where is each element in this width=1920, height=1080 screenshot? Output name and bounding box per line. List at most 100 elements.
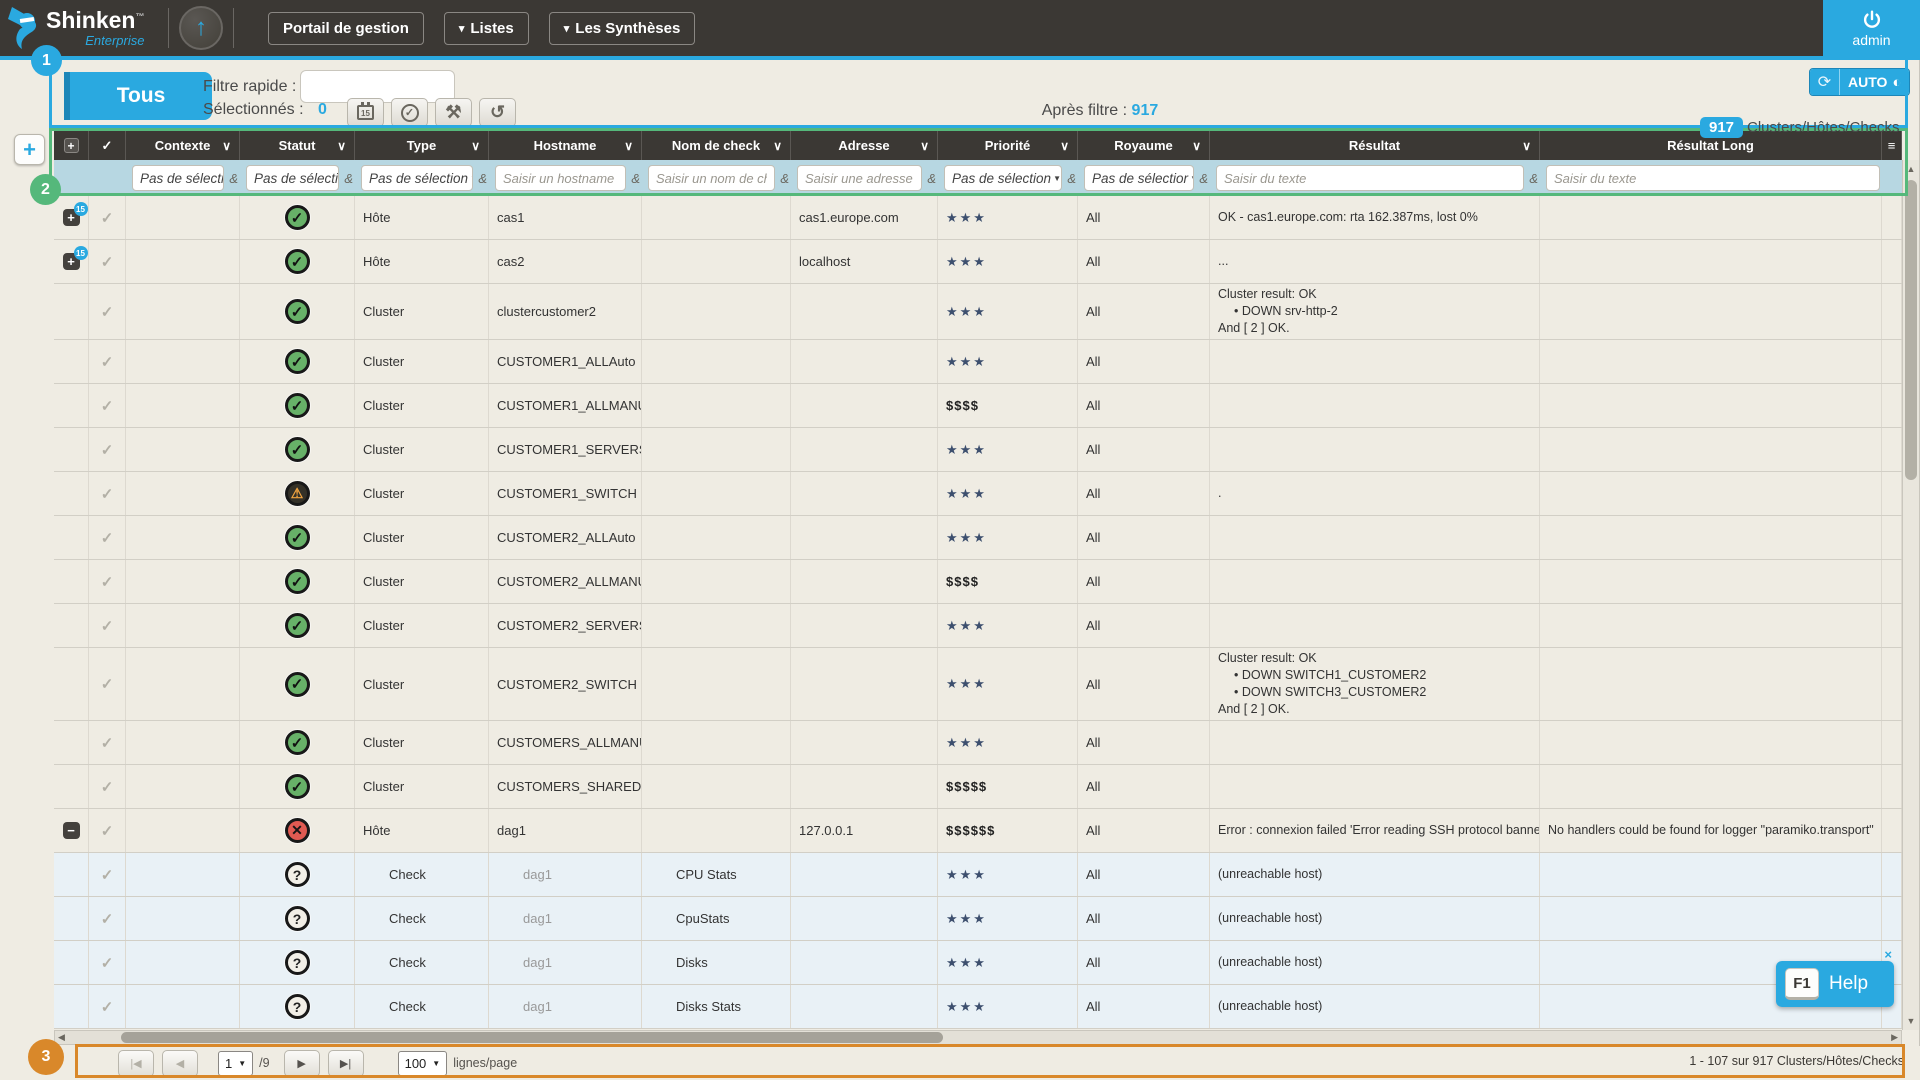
column-filter-input[interactable]: [797, 165, 922, 191]
column-header-nom-de-check[interactable]: Nom de check∨: [642, 131, 791, 160]
scroll-right-icon[interactable]: ▶: [1891, 1032, 1898, 1043]
chevron-down-icon[interactable]: ∨: [773, 139, 782, 153]
row-select-cell[interactable]: ✓: [89, 897, 126, 940]
tools-button[interactable]: ⚒: [435, 98, 472, 127]
first-page-button[interactable]: |◀: [118, 1050, 154, 1077]
scroll-left-icon[interactable]: ◀: [58, 1032, 65, 1043]
expand-row-button[interactable]: +15: [63, 253, 80, 270]
column-filter-input[interactable]: [495, 165, 626, 191]
menu-item-les-synth-ses[interactable]: ▾Les Synthèses: [549, 12, 696, 45]
undo-button[interactable]: ↺: [479, 98, 516, 127]
column-header-royaume[interactable]: Royaume∨: [1078, 131, 1210, 160]
row-select-cell[interactable]: ✓: [89, 384, 126, 427]
expand-row-button[interactable]: +15: [63, 209, 80, 226]
chevron-down-icon[interactable]: ∨: [1060, 139, 1069, 153]
scroll-up-icon[interactable]: ▲: [1903, 164, 1919, 174]
column-filter-select[interactable]: Pas de sélection▼: [361, 165, 473, 191]
column-filter-input[interactable]: [648, 165, 775, 191]
table-row[interactable]: ✓✓ClusterCUSTOMER1_ALLMANU$$$$All: [54, 384, 1902, 428]
calendar-button[interactable]: 15: [347, 98, 384, 127]
row-select-cell[interactable]: ✓: [89, 853, 126, 896]
validate-button[interactable]: ✓: [391, 98, 428, 127]
chevron-down-icon[interactable]: ∨: [920, 139, 929, 153]
collapse-row-button[interactable]: −: [63, 822, 80, 839]
table-row[interactable]: ✓⚠ClusterCUSTOMER1_SWITCH★★★All.: [54, 472, 1902, 516]
tab-tous[interactable]: Tous: [70, 72, 212, 120]
menu-item-listes[interactable]: ▾Listes: [444, 12, 529, 45]
row-select-cell[interactable]: ✓: [89, 340, 126, 383]
column-filter-select[interactable]: Pas de sélecti▼: [246, 165, 339, 191]
chevron-down-icon[interactable]: ∨: [471, 139, 480, 153]
chevron-down-icon[interactable]: ∨: [624, 139, 633, 153]
row-select-cell[interactable]: ✓: [89, 765, 126, 808]
vertical-scrollbar-thumb[interactable]: [1905, 180, 1917, 480]
table-row[interactable]: ✓?Checkdag1CPU Stats★★★All(unreachable h…: [54, 853, 1902, 897]
table-row[interactable]: ✓?Checkdag1Disks Stats★★★All(unreachable…: [54, 985, 1902, 1029]
table-row[interactable]: +15✓✓Hôtecas2localhost★★★All...: [54, 240, 1902, 284]
chevron-down-icon[interactable]: ∨: [1522, 139, 1531, 153]
row-select-cell[interactable]: ✓: [89, 472, 126, 515]
row-select-cell[interactable]: ✓: [89, 196, 126, 239]
row-select-cell[interactable]: ✓: [89, 721, 126, 764]
table-row[interactable]: ✓✓Clusterclustercustomer2★★★AllCluster r…: [54, 284, 1902, 340]
horizontal-scrollbar-thumb[interactable]: [121, 1032, 943, 1043]
column-header-hostname[interactable]: Hostname∨: [489, 131, 642, 160]
auto-button[interactable]: AUTO◐: [1840, 69, 1909, 95]
scroll-down-icon[interactable]: ▼: [1903, 1016, 1919, 1026]
header-expand-all[interactable]: +: [54, 131, 89, 160]
row-select-cell[interactable]: ✓: [89, 941, 126, 984]
header-select-all[interactable]: ✓: [89, 131, 126, 160]
column-header-priorit-[interactable]: Priorité∨: [938, 131, 1078, 160]
prev-page-button[interactable]: ◀: [162, 1050, 198, 1077]
row-select-cell[interactable]: ✓: [89, 428, 126, 471]
column-header-type[interactable]: Type∨: [355, 131, 489, 160]
chevron-down-icon[interactable]: ∨: [337, 139, 346, 153]
table-row[interactable]: ✓✓ClusterCUSTOMER2_SWITCH★★★AllCluster r…: [54, 648, 1902, 721]
help-close-icon[interactable]: ×: [1884, 947, 1892, 962]
table-row[interactable]: ✓✓ClusterCUSTOMER2_SERVERS★★★All: [54, 604, 1902, 648]
column-header-r-sultat[interactable]: Résultat∨: [1210, 131, 1540, 160]
per-page-select[interactable]: 100▼: [398, 1051, 448, 1076]
row-select-cell[interactable]: ✓: [89, 648, 126, 720]
column-header-statut[interactable]: Statut∨: [240, 131, 355, 160]
table-row[interactable]: ✓?Checkdag1Disks★★★All(unreachable host): [54, 941, 1902, 985]
row-select-cell[interactable]: ✓: [89, 809, 126, 852]
table-row[interactable]: ✓✓ClusterCUSTOMER2_ALLAuto★★★All: [54, 516, 1902, 560]
column-header-contexte[interactable]: Contexte∨: [126, 131, 240, 160]
shinken-logo[interactable]: Shinken™ Enterprise: [6, 5, 158, 51]
table-row[interactable]: ✓?Checkdag1CpuStats★★★All(unreachable ho…: [54, 897, 1902, 941]
column-header-adresse[interactable]: Adresse∨: [791, 131, 938, 160]
horizontal-scrollbar[interactable]: ◀ ▶: [54, 1030, 1902, 1045]
table-row[interactable]: ✓✓ClusterCUSTOMERS_ALLMANU★★★All: [54, 721, 1902, 765]
row-end-cell: [1882, 560, 1902, 603]
chevron-down-icon[interactable]: ∨: [1192, 139, 1201, 153]
table-row[interactable]: +15✓✓Hôtecas1cas1.europe.com★★★AllOK - c…: [54, 196, 1902, 240]
next-page-button[interactable]: ▶: [284, 1050, 320, 1077]
table-row[interactable]: ✓✓ClusterCUSTOMER2_ALLMANU$$$$All: [54, 560, 1902, 604]
table-row[interactable]: ✓✓ClusterCUSTOMERS_SHARED$$$$$All: [54, 765, 1902, 809]
table-row[interactable]: ✓✓ClusterCUSTOMER1_ALLAuto★★★All: [54, 340, 1902, 384]
row-select-cell[interactable]: ✓: [89, 985, 126, 1028]
row-select-cell[interactable]: ✓: [89, 240, 126, 283]
column-filter-select[interactable]: Pas de sélecti▼: [132, 165, 224, 191]
refresh-button[interactable]: ⟳: [1810, 69, 1840, 95]
column-filter-select[interactable]: Pas de sélectior▼: [1084, 165, 1194, 191]
row-select-cell[interactable]: ✓: [89, 604, 126, 647]
chevron-down-icon[interactable]: ∨: [222, 139, 231, 153]
table-row[interactable]: −✓✕Hôtedag1127.0.0.1$$$$$$AllError : con…: [54, 809, 1902, 853]
column-filter-input[interactable]: [1216, 165, 1524, 191]
vertical-scrollbar[interactable]: ▲ ▼: [1902, 160, 1919, 1030]
column-filter-select[interactable]: Pas de sélection▼: [944, 165, 1062, 191]
row-select-cell[interactable]: ✓: [89, 284, 126, 339]
table-row[interactable]: ✓✓ClusterCUSTOMER1_SERVERS★★★All: [54, 428, 1902, 472]
help-widget[interactable]: × F1 Help: [1776, 961, 1894, 1007]
scroll-top-button[interactable]: ↑: [179, 6, 223, 50]
row-select-cell[interactable]: ✓: [89, 516, 126, 559]
last-page-button[interactable]: ▶|: [328, 1050, 364, 1077]
menu-item-portail-de-gestion[interactable]: Portail de gestion: [268, 12, 424, 45]
user-menu[interactable]: admin: [1823, 0, 1920, 56]
column-filter-input[interactable]: [1546, 165, 1880, 191]
page-select[interactable]: 1▼: [218, 1051, 253, 1076]
add-tab-button[interactable]: +: [14, 134, 45, 165]
row-select-cell[interactable]: ✓: [89, 560, 126, 603]
